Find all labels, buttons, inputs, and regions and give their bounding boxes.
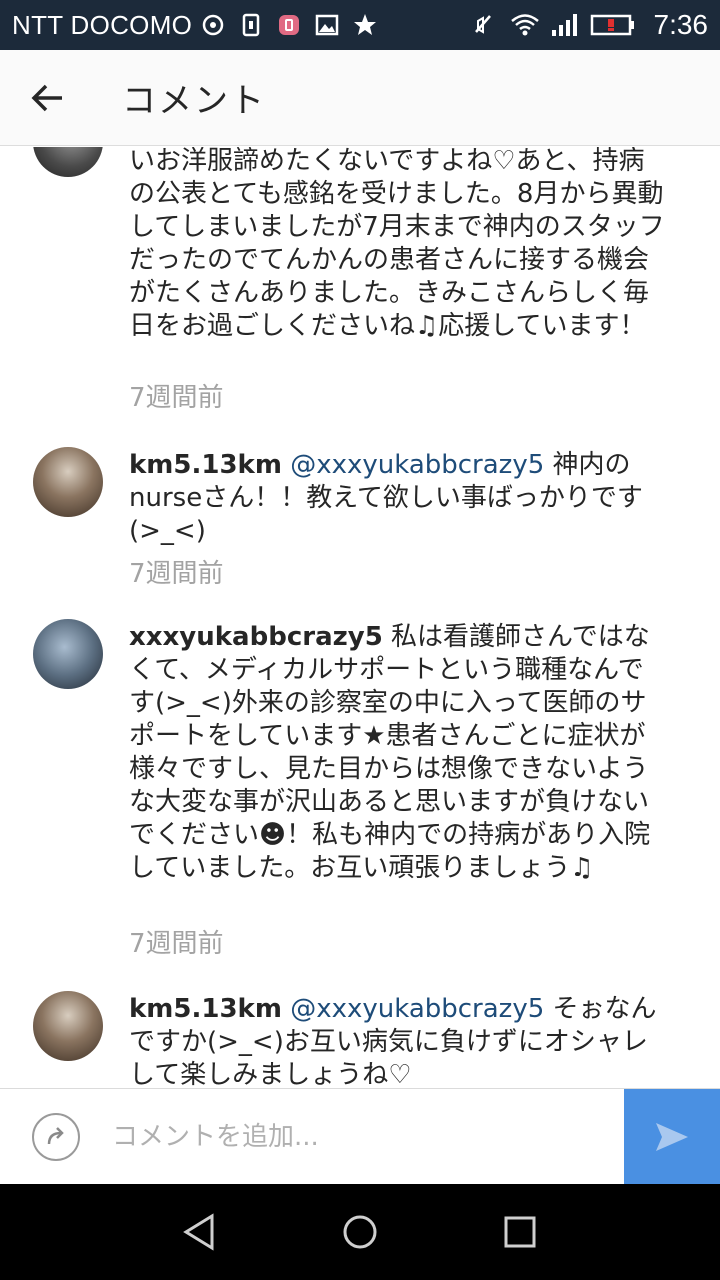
comment-composer	[0, 1088, 720, 1185]
nav-recents-button[interactable]	[480, 1192, 560, 1272]
comment-timestamp: 7週間前	[129, 929, 224, 959]
comment-body: いお洋服諦めたくないですよね♡あと、持病の公表とても感銘を受けました。8月から異…	[129, 147, 665, 341]
navigation-bar	[0, 1184, 720, 1280]
circle-home-icon	[343, 1215, 377, 1249]
page-title: コメント	[122, 81, 266, 121]
square-recents-icon	[504, 1216, 536, 1248]
share-icon[interactable]	[32, 1113, 80, 1161]
wifi-icon	[510, 12, 539, 38]
carrier-name: NTT DOCOMO	[12, 9, 193, 40]
app-icon	[276, 12, 302, 38]
nav-home-button[interactable]	[320, 1192, 400, 1272]
signal-icon	[550, 12, 577, 38]
comment-text: km5.13km @xxxyukabbcrazy5 神内のnurseさん！！教え…	[129, 449, 669, 548]
mute-icon	[470, 12, 496, 38]
avatar[interactable]	[33, 147, 103, 177]
comment-list[interactable]: いお洋服諦めたくないですよね♡あと、持病の公表とても感銘を受けました。8月から異…	[0, 147, 720, 1088]
comment-text: いお洋服諦めたくないですよね♡あと、持病の公表とても感銘を受けました。8月から異…	[129, 147, 669, 343]
send-button[interactable]	[624, 1089, 720, 1185]
back-arrow-icon	[31, 84, 62, 111]
status-bar: NTT DOCOMO 7:36	[0, 0, 720, 50]
send-icon	[656, 1123, 688, 1151]
avatar[interactable]	[33, 991, 103, 1061]
comment-input[interactable]	[112, 1113, 602, 1161]
avatar[interactable]	[33, 619, 103, 689]
comment-mention[interactable]: @xxxyukabbcrazy5	[290, 994, 544, 1024]
comment-username[interactable]: km5.13km	[129, 994, 282, 1024]
comment-username[interactable]: km5.13km	[129, 450, 282, 480]
app-bar: コメント	[0, 50, 720, 146]
sim-icon	[238, 12, 264, 38]
image-icon	[314, 12, 340, 38]
avatar[interactable]	[33, 447, 103, 517]
comment-username[interactable]: xxxyukabbcrazy5	[129, 622, 383, 652]
comment-text: xxxyukabbcrazy5 私は看護師さんではなくて、メディカルサポートとい…	[129, 621, 669, 885]
comment-text: km5.13km @xxxyukabbcrazy5 そぉなんですか(>_<)お互…	[129, 993, 669, 1088]
comment-body: 私は看護師さんではなくて、メディカルサポートという職種なんです(>_<)外来の診…	[129, 622, 651, 883]
clock: 7:36	[653, 9, 709, 40]
star-icon	[352, 12, 378, 38]
comment-timestamp: 7週間前	[129, 383, 224, 413]
comment-mention[interactable]: @xxxyukabbcrazy5	[290, 450, 544, 480]
battery-icon	[590, 12, 636, 38]
nav-back-button[interactable]	[160, 1192, 240, 1272]
triangle-back-icon	[183, 1213, 214, 1251]
comment-timestamp: 7週間前	[129, 559, 224, 589]
back-button[interactable]	[0, 50, 96, 146]
nfc-icon	[200, 12, 226, 38]
